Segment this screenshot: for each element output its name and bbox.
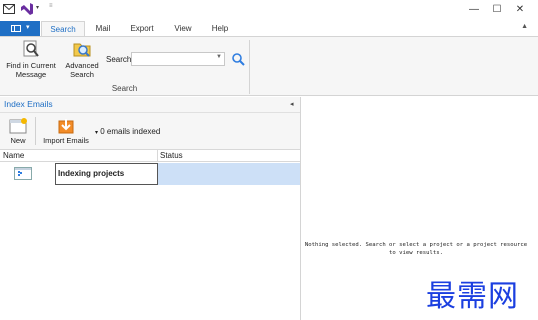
search-go-icon[interactable] xyxy=(231,52,245,66)
dropdown-arrow-icon: ▾ xyxy=(95,130,99,136)
ribbon-panel: Find in Current Message Advanced Search … xyxy=(0,36,538,96)
project-name-field[interactable]: Indexing projects xyxy=(55,163,158,185)
index-emails-title: Index Emails xyxy=(0,97,300,112)
advanced-search-label: Advanced Search xyxy=(65,61,99,79)
column-divider[interactable] xyxy=(157,150,158,162)
emails-indexed-status[interactable]: ▾ 0 emails indexed xyxy=(95,127,160,136)
pane-splitter[interactable] xyxy=(300,97,301,320)
tab-export[interactable]: Export xyxy=(125,21,159,36)
tab-help[interactable]: Help xyxy=(205,21,235,36)
empty-results-message: Nothing selected. Search or select a pro… xyxy=(304,242,528,256)
watermark-logo: 最需网 xyxy=(426,279,519,314)
column-header-name[interactable]: Name xyxy=(3,151,24,160)
ribbon-tab-row: ▾ Search Mail Export View Help ▲ xyxy=(0,21,538,37)
maximize-button[interactable]: ☐ xyxy=(489,3,505,17)
tab-mail[interactable]: Mail xyxy=(88,21,118,36)
chevron-down-icon[interactable]: ▼ xyxy=(216,54,222,60)
advanced-search-icon xyxy=(72,39,92,59)
pane-collapse-icon[interactable]: ◂ xyxy=(290,100,294,108)
project-icon xyxy=(14,167,32,180)
group-divider xyxy=(249,40,250,94)
find-in-current-message-label: Find in Current Message xyxy=(6,61,56,79)
new-label: New xyxy=(10,136,26,145)
minimize-button[interactable]: — xyxy=(466,3,482,17)
title-bar: ▾ ≡ — ☐ ✕ xyxy=(0,0,538,21)
import-emails-button[interactable]: Import Emails xyxy=(40,117,92,145)
table-row[interactable]: Indexing projects xyxy=(0,163,300,185)
new-button[interactable]: New xyxy=(4,117,32,145)
advanced-search-button[interactable]: Advanced Search xyxy=(62,39,102,79)
find-in-current-message-button[interactable]: Find in Current Message xyxy=(4,39,58,79)
vs-dropdown-icon[interactable]: ▾ xyxy=(36,4,39,11)
project-status-cell xyxy=(158,163,300,185)
mail-app-icon[interactable] xyxy=(3,4,15,16)
toolbar-divider xyxy=(35,117,36,145)
search-input[interactable]: ▼ xyxy=(131,52,225,66)
grid-header: Name Status xyxy=(0,149,300,162)
qat-dropdown-icon[interactable]: ≡ xyxy=(49,3,53,9)
tab-view[interactable]: View xyxy=(168,21,198,36)
file-menu-button[interactable]: ▾ xyxy=(0,21,40,36)
row-icon-cell xyxy=(0,163,55,185)
search-group-label: Search xyxy=(111,84,138,93)
search-label: Search xyxy=(106,55,132,64)
ribbon-collapse-icon[interactable]: ▲ xyxy=(521,23,528,30)
visual-studio-icon[interactable] xyxy=(20,3,34,17)
tab-search[interactable]: Search xyxy=(41,21,85,37)
import-emails-label: Import Emails xyxy=(43,136,89,145)
emails-indexed-label: 0 emails indexed xyxy=(100,127,161,136)
file-menu-icon xyxy=(11,25,21,32)
new-icon xyxy=(8,117,28,135)
chevron-down-icon: ▾ xyxy=(26,24,30,31)
find-message-icon xyxy=(21,39,41,59)
import-emails-icon xyxy=(56,117,76,135)
column-header-status[interactable]: Status xyxy=(160,151,183,160)
close-button[interactable]: ✕ xyxy=(512,3,528,17)
